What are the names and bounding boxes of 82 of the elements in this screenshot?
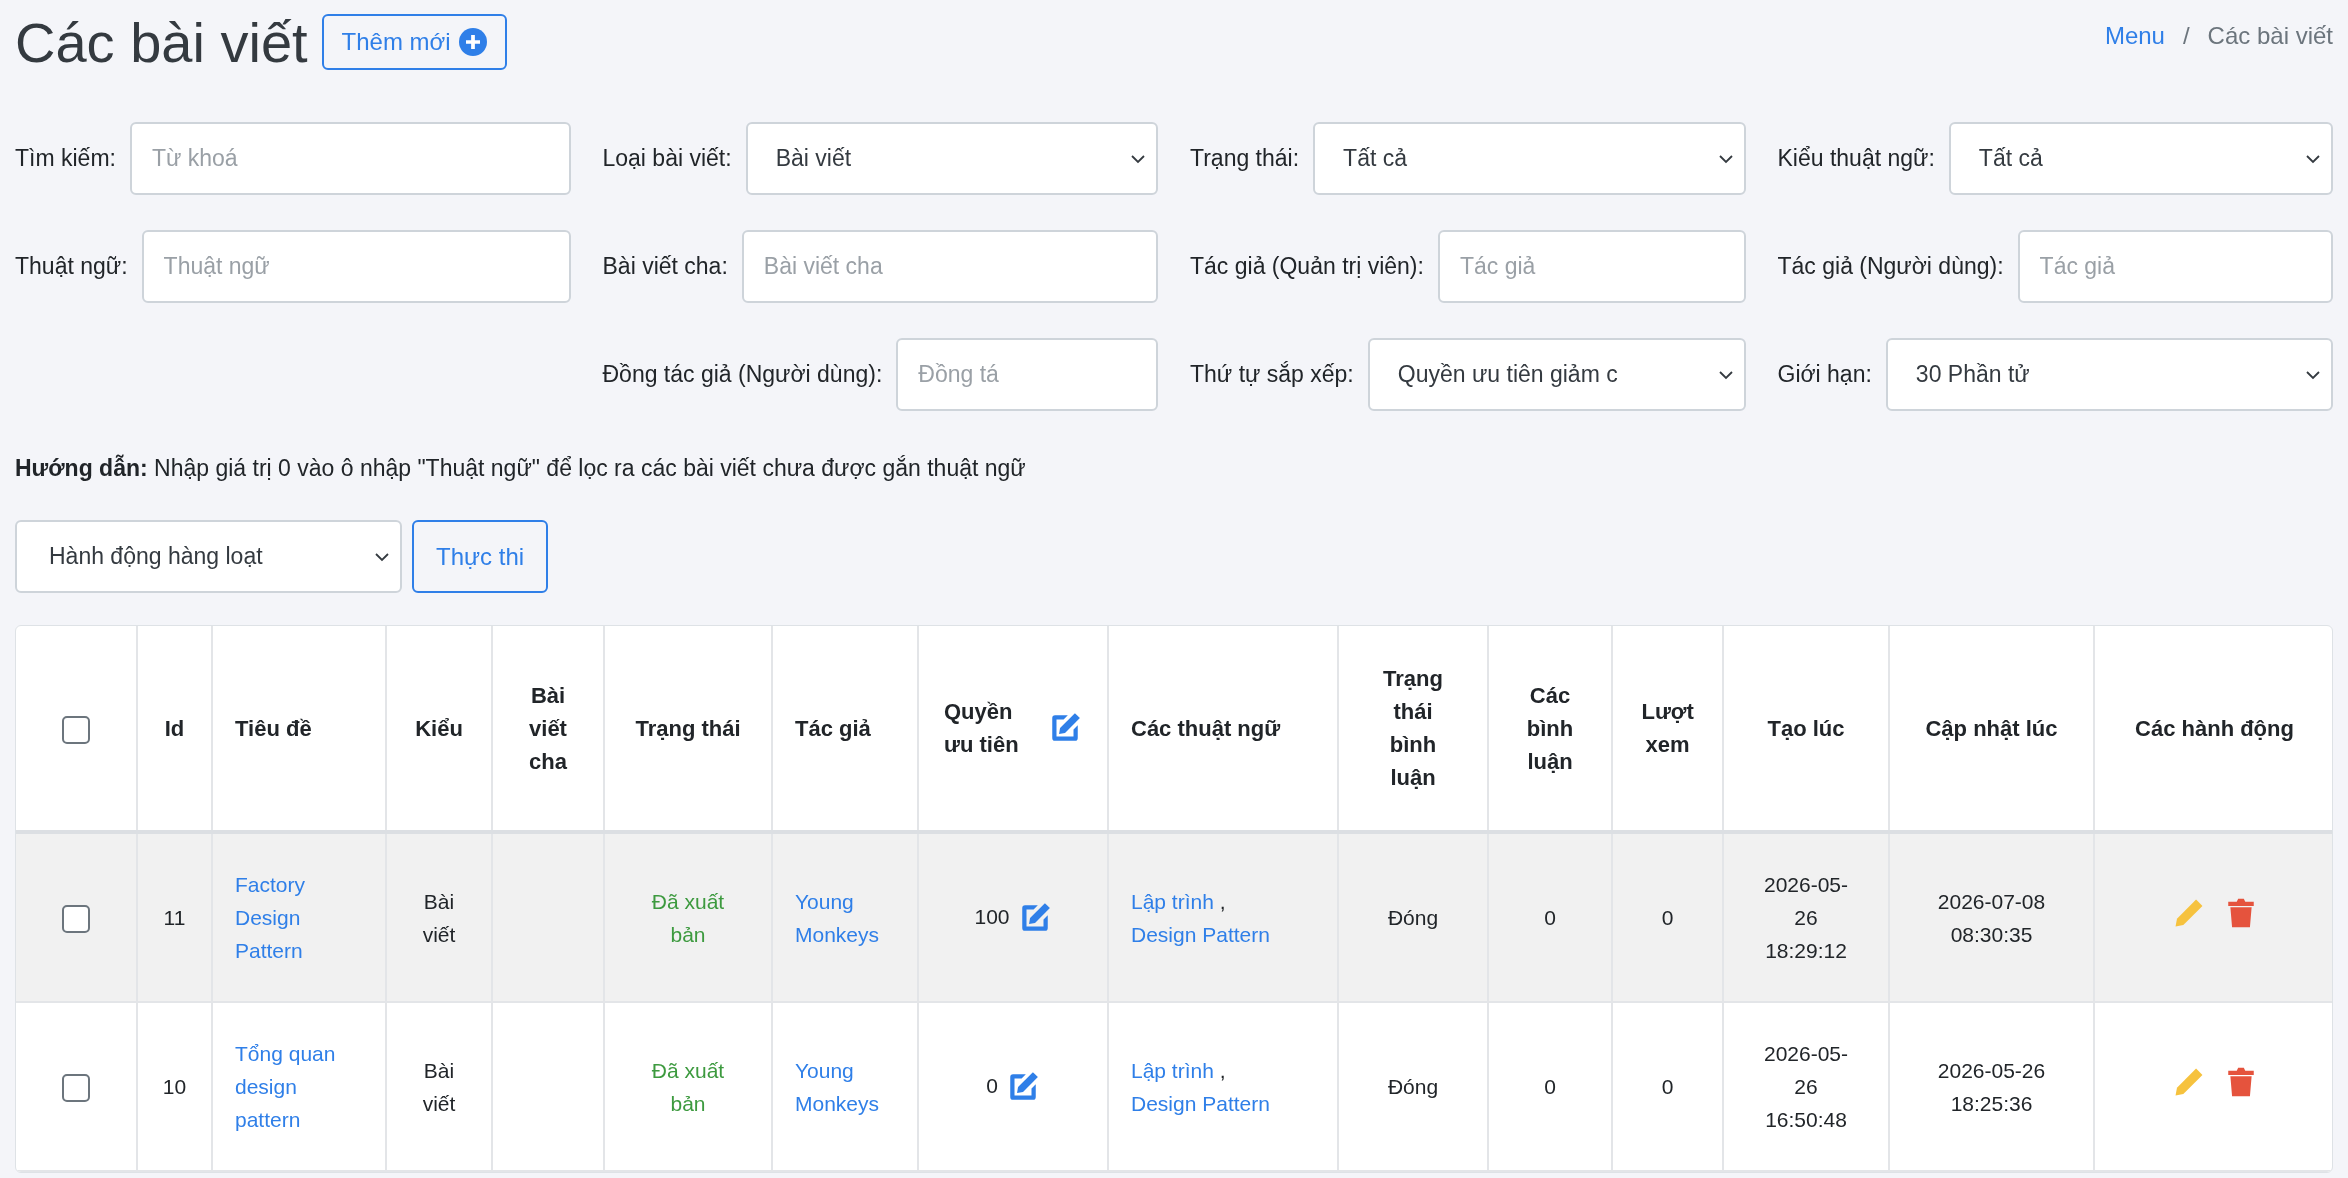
column-header: Trạng thái: [635, 714, 741, 743]
term-link[interactable]: Lập trình: [1131, 1058, 1214, 1082]
table-cell: 0: [1544, 906, 1556, 929]
text-input[interactable]: Tác giả: [1437, 230, 1746, 303]
column-header: Bài viết cha: [528, 681, 568, 776]
table-cell: 10: [162, 1075, 187, 1098]
text-input[interactable]: Bài viết cha: [741, 230, 1158, 303]
hint-text: Hướng dẫn: Nhập giá trị 0 vào ô nhập "Thuật ngữ" để lọc ra các bài viết chưa được gắn thuật ngữ: [15, 455, 1027, 482]
column-header: Tiêu đề: [235, 714, 312, 743]
select-field[interactable]: Tất cả: [1948, 122, 2333, 195]
term-link[interactable]: Design Pattern: [1131, 922, 1270, 946]
table-cell: 11: [163, 906, 186, 929]
column-header: Kiểu: [415, 714, 463, 743]
table-cell: Bài viết: [422, 1058, 456, 1115]
plus-circle-icon: [458, 28, 487, 56]
filter-label: Tác giả (Người dùng):: [1777, 253, 2004, 280]
filter-label: Kiểu thuật ngữ:: [1777, 145, 1935, 172]
column-header: Tác giả: [795, 714, 871, 743]
chevron-down-icon: [1717, 153, 1734, 164]
add-new-button[interactable]: Thêm mới: [321, 14, 507, 70]
execute-button[interactable]: Thực thi: [412, 520, 549, 593]
table-cell-text: 2026-05-26 18:25:36: [1936, 1057, 2047, 1117]
post-title-link[interactable]: Factory Design Pattern: [235, 868, 345, 967]
text-input[interactable]: Đồng tá: [896, 338, 1158, 411]
post-title-link[interactable]: Tổng quan design pattern: [235, 1037, 345, 1136]
separator-text: ,: [1219, 1058, 1226, 1082]
table-cell: 0: [986, 1073, 998, 1097]
table-cell-text: 2026-05-26 18:29:12: [1762, 872, 1850, 964]
filter-label: Đồng tác giả (Người dùng):: [602, 361, 883, 388]
table-cell: Đóng: [1387, 1075, 1439, 1098]
breadcrumb-separator: /: [2182, 22, 2190, 50]
filter-label: Thuật ngữ:: [15, 253, 128, 280]
select-field[interactable]: Bài viết: [745, 122, 1158, 195]
text-input[interactable]: Từ khoá: [129, 122, 571, 195]
text-input[interactable]: Thuật ngữ: [141, 230, 571, 303]
table-cell: Bài viết: [422, 889, 456, 946]
breadcrumb-link[interactable]: Menu: [2104, 22, 2165, 50]
table-cell: 0: [1544, 1075, 1556, 1098]
chevron-down-icon: [1717, 369, 1734, 380]
author-link[interactable]: Young Monkeys: [795, 1053, 895, 1120]
filter-label: Trạng thái:: [1190, 145, 1300, 172]
separator-text: ,: [1219, 889, 1226, 913]
checkbox[interactable]: [62, 1074, 90, 1103]
column-header: Lượt xem: [1641, 698, 1694, 759]
chevron-down-icon: [1130, 153, 1146, 164]
column-header: Id: [164, 714, 185, 743]
table-cell: 0: [1661, 906, 1674, 929]
checkbox[interactable]: [62, 905, 90, 934]
column-header: Cập nhật lúc: [1925, 714, 2058, 743]
status-text: Đã xuất bản: [650, 1057, 726, 1117]
filter-label: Tác giả (Quản trị viên):: [1190, 253, 1424, 280]
checkbox[interactable]: [62, 715, 90, 744]
filter-label: Bài viết cha:: [602, 253, 728, 280]
select-field[interactable]: 30 Phần tử: [1885, 338, 2333, 411]
table-cell-text: 2026-05-26 16:50:48: [1762, 1041, 1850, 1133]
status-text: Đã xuất bản: [650, 888, 726, 948]
author-link[interactable]: Young Monkeys: [795, 884, 895, 951]
chevron-down-icon: [2305, 369, 2321, 380]
column-header: Các thuật ngữ: [1131, 714, 1281, 743]
table-cell: 0: [1661, 1075, 1674, 1098]
term-link[interactable]: Design Pattern: [1131, 1091, 1270, 1115]
filter-label: Tìm kiếm:: [15, 145, 116, 172]
term-link[interactable]: Lập trình: [1131, 889, 1214, 913]
breadcrumb-current: Các bài viết: [2207, 22, 2333, 50]
column-header: Các hành động: [2135, 714, 2294, 743]
table-cell: 100: [974, 904, 1010, 928]
column-header: Tạo lúc: [1767, 714, 1845, 743]
column-header: Các bình luận: [1525, 681, 1575, 776]
select-field[interactable]: Tất cả: [1313, 122, 1746, 195]
text-input[interactable]: Tác giả: [2017, 230, 2333, 303]
filter-label: Giới hạn:: [1777, 361, 1872, 388]
table-cell-text: 2026-07-08 08:30:35: [1936, 888, 2047, 948]
page-title: Các bài viết: [15, 9, 308, 75]
chevron-down-icon: [374, 551, 390, 562]
select-field[interactable]: Quyền ưu tiên giảm c: [1367, 338, 1746, 411]
bulk-action-select[interactable]: Hành động hàng loạt: [15, 520, 402, 593]
column-header: Trạng thái bình luận: [1382, 665, 1444, 792]
table-cell: Đóng: [1387, 906, 1439, 929]
chevron-down-icon: [2305, 153, 2321, 164]
column-header: Quyền ưu tiên: [944, 698, 1020, 759]
filter-label: Loại bài viết:: [602, 145, 732, 172]
filter-label: Thứ tự sắp xếp:: [1190, 361, 1354, 388]
